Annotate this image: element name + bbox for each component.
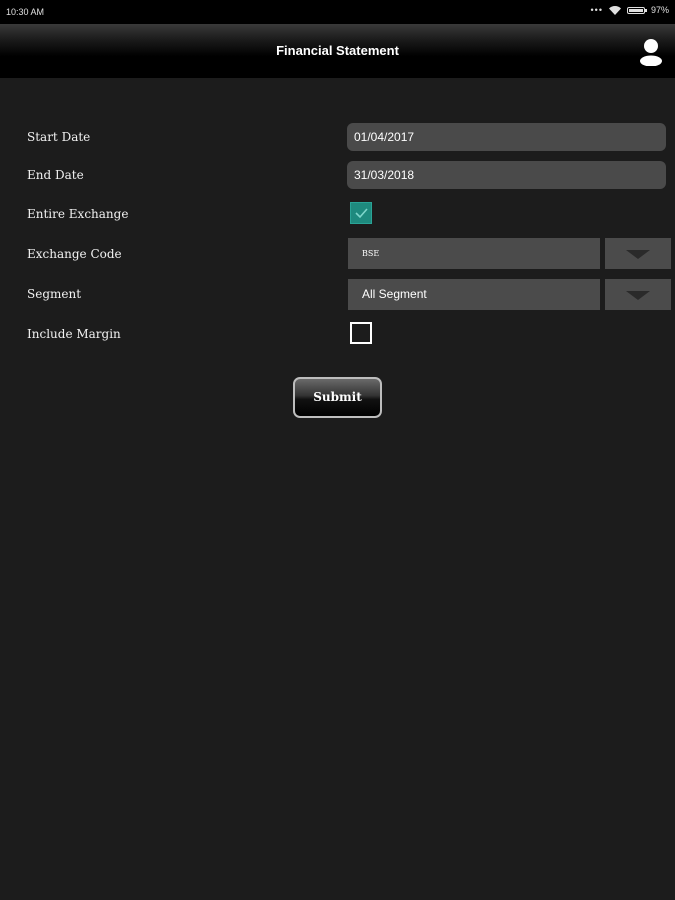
battery-level: 97% bbox=[650, 5, 669, 15]
entire-exchange-label: Entire Exchange bbox=[27, 207, 129, 221]
wifi-icon bbox=[608, 5, 621, 15]
status-icons: ••• 97% bbox=[591, 5, 669, 15]
segment-label: Segment bbox=[27, 287, 82, 301]
include-margin-checkbox[interactable] bbox=[350, 322, 372, 344]
end-date-field[interactable]: 31/03/2018 bbox=[347, 161, 666, 189]
entire-exchange-checkbox[interactable] bbox=[350, 202, 372, 224]
exchange-code-label: Exchange Code bbox=[27, 247, 122, 261]
exchange-code-dropdown-arrow-icon[interactable] bbox=[605, 238, 671, 269]
checkmark-icon bbox=[355, 208, 368, 219]
user-profile-icon[interactable] bbox=[639, 38, 663, 66]
end-date-label: End Date bbox=[27, 168, 84, 182]
more-notifications-icon: ••• bbox=[590, 5, 603, 15]
app-header: Financial Statement bbox=[0, 24, 675, 78]
exchange-code-select[interactable]: BSE bbox=[348, 238, 600, 269]
start-date-field[interactable]: 01/04/2017 bbox=[347, 123, 666, 151]
status-time: 10:30 AM bbox=[6, 7, 45, 17]
include-margin-label: Include Margin bbox=[27, 327, 121, 341]
page-title: Financial Statement bbox=[276, 43, 399, 58]
segment-select[interactable]: All Segment bbox=[348, 279, 600, 310]
start-date-label: Start Date bbox=[27, 130, 91, 144]
status-bar: 10:30 AM ••• 97% bbox=[0, 0, 675, 24]
battery-icon bbox=[626, 6, 647, 14]
submit-button[interactable]: Submit bbox=[293, 377, 382, 418]
segment-dropdown-arrow-icon[interactable] bbox=[605, 279, 671, 310]
